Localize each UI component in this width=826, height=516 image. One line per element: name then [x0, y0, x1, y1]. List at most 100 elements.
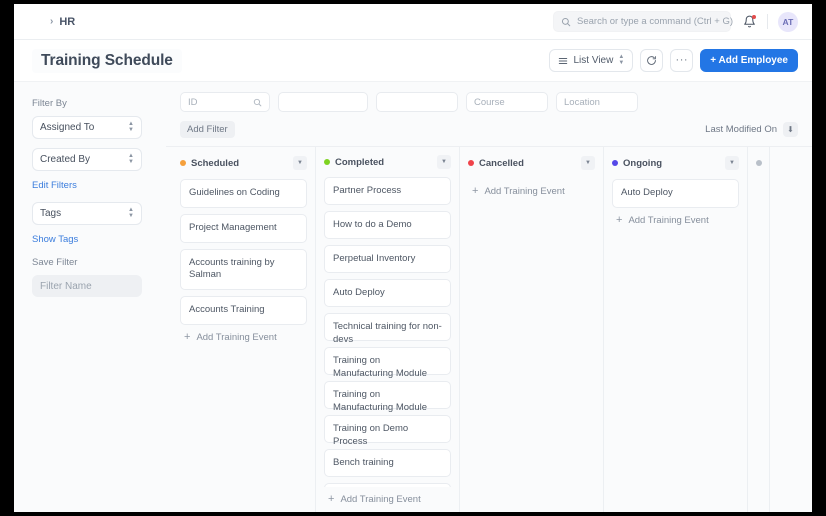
page-body: Filter By Assigned To ▲ ▼ Created By ▲ ▼ E…	[14, 82, 812, 512]
breadcrumb-label[interactable]: HR	[59, 16, 75, 28]
kanban-card[interactable]: Accounts training by Salman	[180, 248, 307, 291]
id-filter-placeholder: ID	[188, 96, 198, 108]
add-training-event-button[interactable]: + Add Training Event	[324, 487, 451, 512]
kanban-column-more	[748, 147, 770, 512]
edit-filters-link[interactable]: Edit Filters	[32, 180, 152, 191]
kanban-card-title: Perpetual Inventory	[333, 253, 416, 264]
plus-icon: +	[328, 493, 335, 505]
kanban-column-title: Completed	[335, 156, 385, 168]
search-icon	[561, 17, 571, 27]
add-training-event-button[interactable]: + Add Training Event	[180, 325, 307, 350]
kanban-card-list: Partner Process How to do a Demo Perpetual…	[324, 177, 451, 487]
list-icon	[558, 56, 568, 66]
refresh-button[interactable]	[640, 49, 664, 72]
assigned-to-label: Assigned To	[40, 122, 95, 133]
filter-input-3[interactable]	[376, 92, 458, 112]
kanban-column-title: Ongoing	[623, 157, 663, 169]
chevron-down-icon: ▲ ▼	[618, 54, 625, 66]
avatar[interactable]: AT	[778, 11, 798, 32]
main-panel: ID Course Location Add Filter Last Modif…	[166, 82, 812, 512]
breadcrumb[interactable]: › HR	[50, 16, 75, 28]
kanban-column-ongoing: Ongoing ▼ Auto Deploy + Add Training Event	[604, 147, 748, 512]
filter-input-2[interactable]	[278, 92, 368, 112]
show-tags-link[interactable]: Show Tags	[32, 234, 152, 245]
kanban-card[interactable]: Auto Deploy	[612, 179, 739, 208]
kanban-card-title: Partner Process	[333, 185, 402, 196]
refresh-icon	[646, 55, 657, 66]
kanban-column-header: Completed ▼	[324, 155, 451, 169]
kanban-card-title: Auto Deploy	[333, 287, 385, 298]
kanban-card[interactable]: Project Management	[180, 213, 307, 243]
status-dot-icon	[468, 160, 474, 166]
kanban-column-title: Scheduled	[191, 157, 240, 169]
more-options-button[interactable]: ···	[670, 49, 694, 72]
kanban-card-title: Project Management	[189, 221, 277, 233]
created-by-label: Created By	[40, 154, 91, 165]
kanban-card[interactable]: Partner Process	[324, 177, 451, 205]
kanban-card[interactable]: Auto Deploy	[324, 279, 451, 307]
id-filter-input[interactable]: ID	[180, 92, 270, 112]
add-employee-button[interactable]: + Add Employee	[700, 49, 798, 72]
tags-label: Tags	[40, 208, 62, 219]
filter-name-input[interactable]: Filter Name	[32, 275, 142, 297]
kanban-card-title: Accounts Training	[189, 304, 265, 316]
kanban-card-title: Bench training	[333, 457, 394, 468]
kanban-column-menu-button[interactable]: ▼	[581, 156, 595, 170]
status-dot-icon	[756, 160, 762, 166]
kanban-card[interactable]: How to do a Demo	[324, 211, 451, 239]
notifications-button[interactable]	[741, 14, 757, 30]
kanban-column-menu-button[interactable]: ▼	[293, 156, 307, 170]
kanban-card-title: Training on Manufacturing Module	[333, 355, 427, 379]
plus-icon: +	[184, 331, 191, 344]
navbar-divider	[767, 14, 768, 29]
search-icon	[253, 98, 262, 107]
sort-control[interactable]: Last Modified On ⬇	[705, 122, 798, 137]
location-filter-input[interactable]: Location	[556, 92, 638, 112]
status-dot-icon	[180, 160, 186, 166]
location-filter-placeholder: Location	[564, 96, 600, 108]
kanban-card[interactable]: Training on Manufacturing Module	[324, 381, 451, 413]
add-training-event-label: Add Training Event	[196, 332, 277, 344]
filter-name-placeholder: Filter Name	[40, 280, 92, 292]
filter-sidebar: Filter By Assigned To ▲ ▼ Created By ▲ ▼ E…	[14, 82, 166, 512]
kanban-card-title: Training on Manufacturing Module	[333, 389, 427, 413]
add-filter-button[interactable]: Add Filter	[180, 121, 235, 138]
tags-select[interactable]: Tags ▲ ▼	[32, 202, 142, 225]
kanban-column-menu-button[interactable]: ▼	[437, 155, 451, 169]
updown-caret-icon: ▲ ▼	[128, 121, 134, 133]
kanban-card[interactable]: Training on Manufacturing Module	[324, 347, 451, 379]
kanban-card[interactable]: Technical training for non-devs	[324, 313, 451, 345]
page-header: Training Schedule List View ▲ ▼ ··· + Ad…	[14, 40, 812, 82]
add-training-event-button[interactable]: + Add Training Event	[468, 179, 595, 204]
kanban-card[interactable]: Bench training	[324, 449, 451, 477]
kanban-card-title: How to do a Demo	[333, 219, 412, 230]
sort-direction-button[interactable]: ⬇	[783, 122, 798, 137]
kanban-card[interactable]: Training on Demo Process1	[324, 415, 451, 465]
plus-icon: +	[472, 185, 479, 197]
list-view-button[interactable]: List View ▲ ▼	[549, 49, 634, 72]
global-search-input[interactable]: Search or type a command (Ctrl + G)	[553, 11, 733, 32]
course-filter-placeholder: Course	[474, 96, 505, 108]
navbar-right-group: Search or type a command (Ctrl + G) AT	[553, 11, 798, 32]
filter-by-label: Filter By	[32, 98, 67, 109]
kanban-column-menu-button[interactable]: ▼	[725, 156, 739, 170]
sort-label: Last Modified On	[705, 124, 777, 135]
status-dot-icon	[612, 160, 618, 166]
course-filter-input[interactable]: Course	[466, 92, 548, 112]
kanban-card-title: Auto Deploy	[621, 187, 673, 198]
created-by-select[interactable]: Created By ▲ ▼	[32, 148, 142, 171]
list-view-label: List View	[573, 55, 614, 66]
kanban-column-header: Scheduled ▼	[180, 155, 307, 171]
chevron-right-icon: ›	[50, 15, 54, 27]
add-training-event-label: Add Training Event	[484, 186, 565, 197]
page-title[interactable]: Training Schedule	[32, 48, 182, 73]
kanban-card[interactable]: Accounts Training	[180, 296, 307, 326]
kanban-card[interactable]: Perpetual Inventory	[324, 245, 451, 273]
add-training-event-button[interactable]: + Add Training Event	[612, 208, 739, 233]
kanban-card-title: Technical training for non-devs	[333, 321, 442, 345]
filter-inputs-row: ID Course Location	[166, 82, 812, 121]
updown-caret-icon: ▲ ▼	[128, 153, 134, 165]
kanban-column-header: Ongoing ▼	[612, 155, 739, 171]
assigned-to-select[interactable]: Assigned To ▲ ▼	[32, 116, 142, 139]
kanban-card[interactable]: Guidelines on Coding	[180, 179, 307, 208]
